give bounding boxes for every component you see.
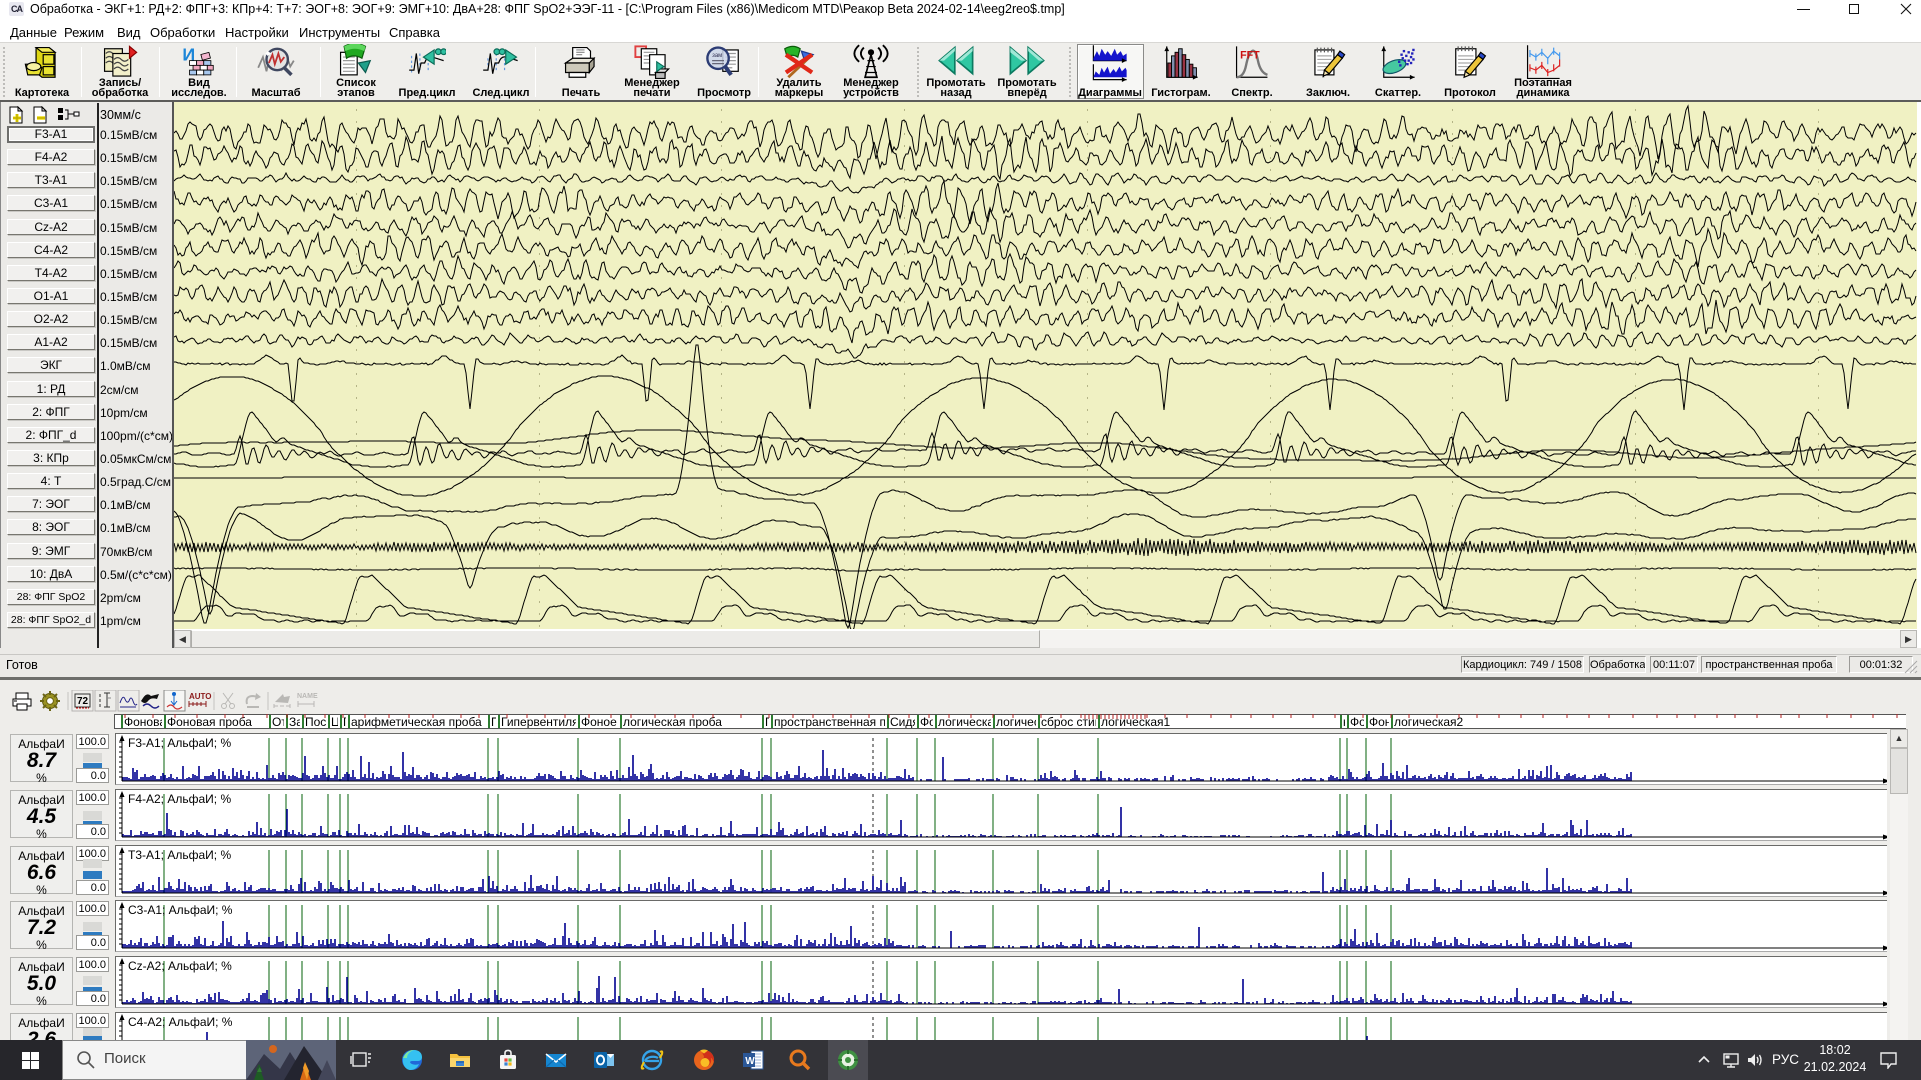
svg-text:C4-A2; АльфаИ; %: C4-A2; АльфаИ; %	[128, 1015, 233, 1029]
svg-text:C3-A1; АльфаИ; %: C3-A1; АльфаИ; %	[128, 903, 233, 917]
svg-text:Cz-A2; АльфаИ; %: Cz-A2; АльфаИ; %	[128, 959, 232, 973]
svg-text:T3-A1; АльфаИ; %: T3-A1; АльфаИ; %	[128, 848, 231, 862]
svg-text:F3-A1; АльфаИ; %: F3-A1; АльфаИ; %	[128, 736, 231, 750]
svg-text:W: W	[745, 1056, 755, 1067]
svg-text:F4-A2; АльфаИ; %: F4-A2; АльфаИ; %	[128, 792, 231, 806]
